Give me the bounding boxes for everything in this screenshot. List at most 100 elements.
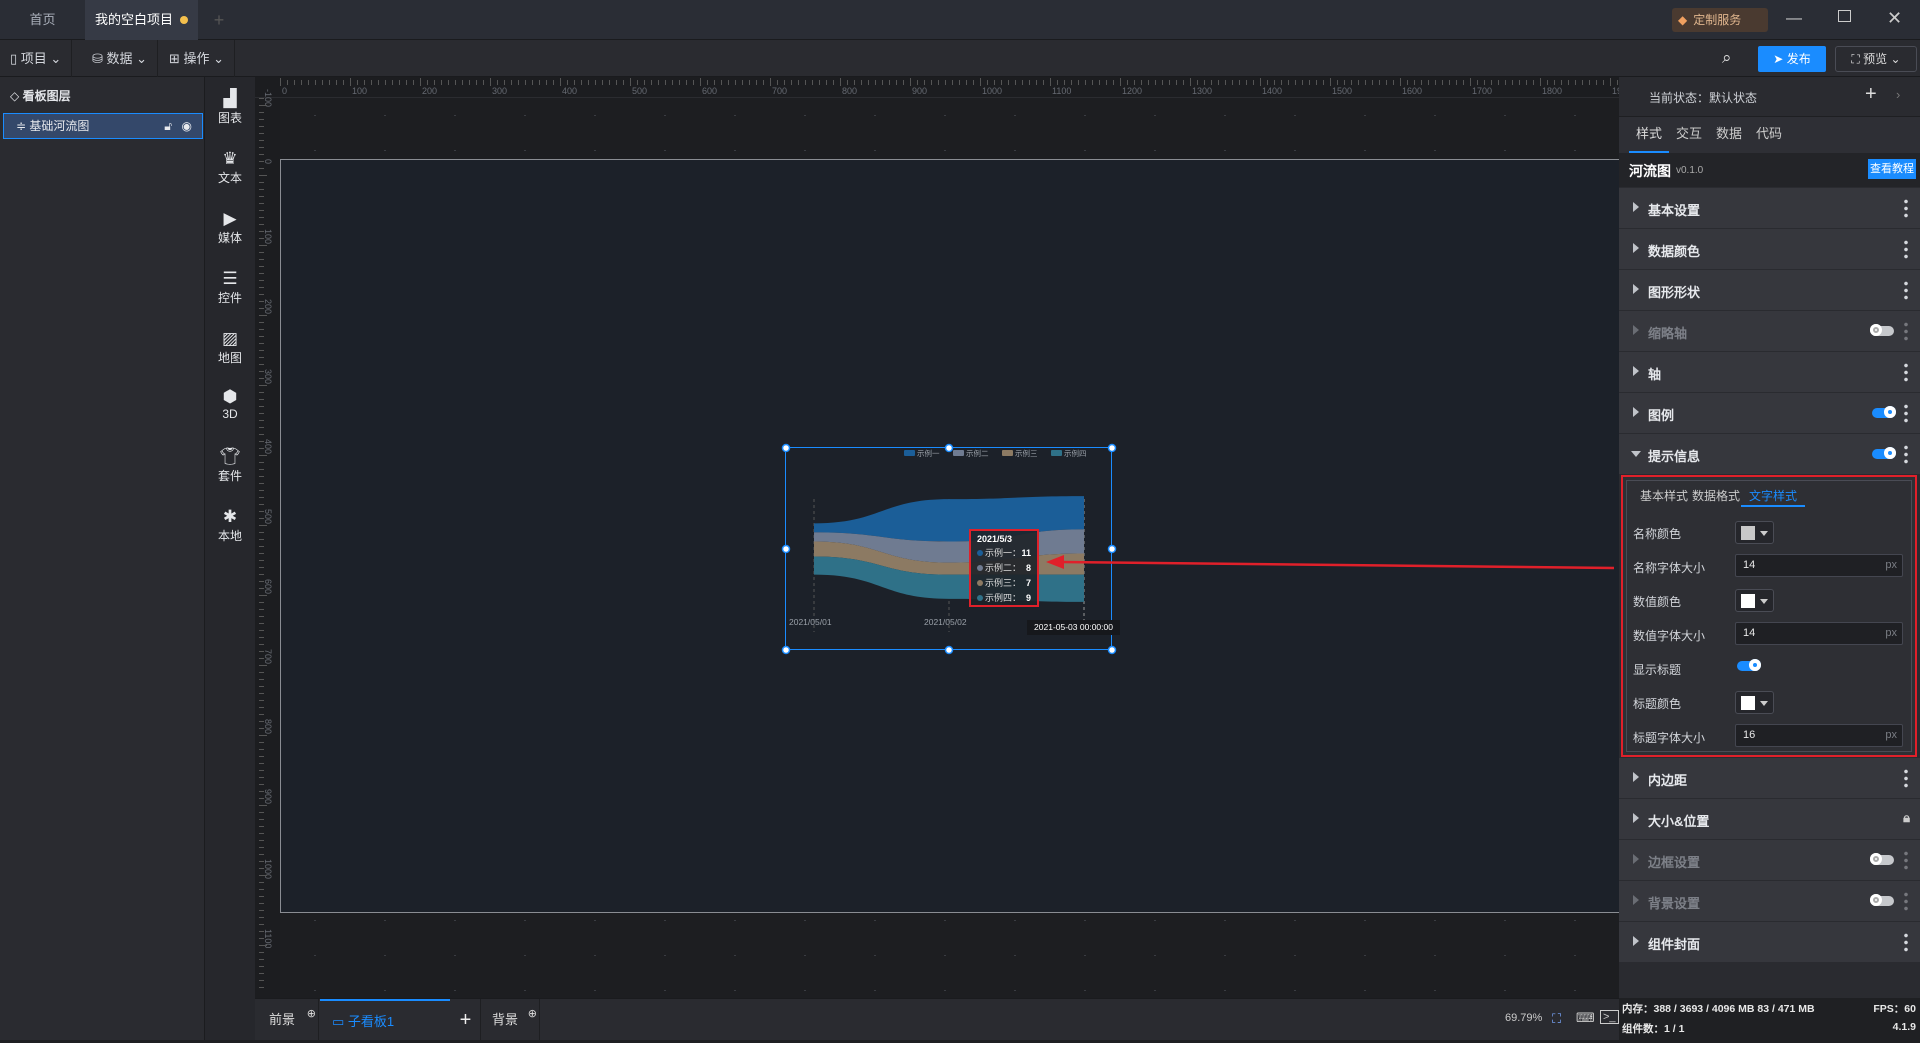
value-size-input[interactable]: 14 px [1735, 622, 1903, 645]
ruler-tick [735, 80, 736, 85]
section-2[interactable]: 数据颜色 [1619, 229, 1920, 270]
chevron-right-icon[interactable]: › [1896, 87, 1900, 102]
ruler-tick [1393, 80, 1394, 85]
minimize-button[interactable]: — [1786, 10, 1802, 28]
title-size-input[interactable]: 16 px [1735, 724, 1903, 747]
text-category[interactable]: ♛ 文本 [205, 149, 255, 186]
tab-interaction[interactable]: 交互 [1671, 117, 1707, 151]
tooltip-value: 11 [1021, 548, 1031, 558]
zoom-level[interactable]: 69.79% [1505, 1012, 1542, 1024]
subtab-basic-style[interactable]: 基本样式 [1640, 487, 1688, 504]
lock-icon[interactable]: 🔒︎ [1903, 810, 1910, 826]
section-4[interactable]: 缩略轴 [1619, 311, 1920, 352]
map-category[interactable]: ▨ 地图 [205, 329, 255, 366]
title-color-picker[interactable] [1735, 691, 1774, 714]
operate-menu[interactable]: ⊞ 操作 ⌄ [159, 40, 236, 77]
section-1[interactable]: 基本设置 [1619, 188, 1920, 229]
background-label: 背景 [492, 1012, 519, 1027]
tab-home[interactable]: 首页 [0, 0, 85, 40]
legend-swatch [904, 450, 915, 456]
background-tab[interactable]: 背景 ⊕ [482, 999, 540, 1041]
add-circle-icon[interactable]: ⊕ [307, 993, 316, 1035]
ruler-tick [259, 329, 264, 330]
ruler-tick [259, 847, 264, 848]
project-menu[interactable]: ▯ 项目 ⌄ [0, 40, 73, 77]
name-color-picker[interactable] [1735, 521, 1774, 544]
section-4[interactable]: 背景设置 [1619, 881, 1920, 922]
vertical-ruler[interactable]: -100 0 100 200 300 400 500 600 700 800 900 1000 1100… [255, 89, 280, 1019]
subboard-tab[interactable]: ▭ 子看板1 [320, 999, 450, 1041]
section-3[interactable]: 图形形状 [1619, 270, 1920, 311]
unlock-icon[interactable]: 🔓︎ [164, 114, 172, 138]
horizontal-ruler[interactable]: 0 100 200 300 400 500 600 700 800 900 1000 1100 1200… [255, 77, 1646, 98]
more-icon[interactable] [1904, 932, 1908, 952]
more-icon[interactable] [1904, 444, 1908, 464]
tab-data[interactable]: 数据 [1711, 117, 1747, 151]
subtab-text-style[interactable]: 文字样式 [1741, 485, 1805, 507]
fit-screen-icon[interactable]: ⛶ [1552, 1011, 1561, 1027]
ruler-tick [259, 196, 264, 197]
kit-category[interactable]: 👕︎ 套件 [205, 447, 255, 484]
tutorial-button[interactable]: 查看教程 [1868, 159, 1916, 179]
custom-service-button[interactable]: ◆ 定制服务 [1672, 8, 1768, 32]
layer-item[interactable]: ≑ 基础河流图 🔓︎ ◉ [3, 113, 203, 139]
value: 14 [1743, 559, 1756, 571]
restore-button[interactable] [1838, 10, 1851, 22]
value: 14 [1743, 627, 1756, 639]
publish-button[interactable]: ➤ 发布 [1758, 46, 1826, 72]
section-6[interactable]: 图例 [1619, 393, 1920, 434]
ruler-label: 300 [492, 86, 508, 96]
local-category[interactable]: ✱ 本地 [205, 507, 255, 544]
ruler-tick [259, 518, 264, 519]
value-color-picker[interactable] [1735, 589, 1774, 612]
more-icon[interactable] [1904, 362, 1908, 382]
ruler-tick [1505, 80, 1506, 85]
eye-icon[interactable]: ◉ [182, 114, 192, 138]
section-7[interactable]: 提示信息 [1619, 434, 1920, 475]
more-icon[interactable] [1904, 321, 1908, 341]
media-category[interactable]: ▶ 媒体 [205, 209, 255, 246]
preview-button[interactable]: ⛶ 预览 ⌄ [1835, 46, 1917, 72]
canvas-workspace[interactable]: 2021/05/01 2021/05/02 示例一 示例二 示例三 示例四 2021/5/… [280, 98, 1619, 998]
section-2[interactable]: 大小&位置 🔒︎ [1619, 799, 1920, 840]
more-icon[interactable] [1904, 239, 1908, 259]
section-toggle[interactable] [1872, 406, 1896, 418]
add-board-button[interactable]: + [451, 999, 481, 1041]
show-title-toggle[interactable] [1737, 659, 1761, 671]
terminal-icon[interactable]: >_ [1600, 1010, 1619, 1024]
close-button[interactable]: ✕ [1887, 8, 1902, 29]
search-icon[interactable]: ⌕ [1722, 48, 1732, 68]
section-toggle[interactable] [1870, 894, 1894, 906]
more-icon[interactable] [1904, 198, 1908, 218]
more-icon[interactable] [1904, 850, 1908, 870]
foreground-tab[interactable]: 前景 ⊕ [259, 999, 319, 1041]
section-toggle[interactable] [1870, 324, 1894, 336]
3d-category[interactable]: ⬢ 3D [205, 387, 255, 421]
tab-project[interactable]: 我的空白项目 [85, 0, 198, 40]
section-5[interactable]: 轴 [1619, 352, 1920, 393]
control-category[interactable]: ☰ 控件 [205, 269, 255, 306]
ruler-tick [259, 301, 264, 302]
data-menu[interactable]: ⛁ 数据 ⌄ [82, 40, 159, 77]
more-icon[interactable] [1904, 403, 1908, 423]
add-circle-icon[interactable]: ⊕ [528, 993, 537, 1035]
tab-style[interactable]: 样式 [1629, 117, 1669, 153]
name-size-input[interactable]: 14 px [1735, 554, 1903, 577]
section-1[interactable]: 内边距 [1619, 758, 1920, 799]
more-icon[interactable] [1904, 280, 1908, 300]
ruler-tick [259, 315, 267, 316]
ruler-tick [427, 80, 428, 85]
add-state-button[interactable]: + [1865, 83, 1877, 106]
chart-category[interactable]: ▟ 图表 [205, 89, 255, 126]
tab-code[interactable]: 代码 [1751, 117, 1787, 151]
more-icon[interactable] [1904, 768, 1908, 788]
section-toggle[interactable] [1872, 447, 1896, 459]
keyboard-icon[interactable]: ⌨ [1576, 1010, 1595, 1026]
section-3[interactable]: 边框设置 [1619, 840, 1920, 881]
section-toggle[interactable] [1870, 853, 1894, 865]
new-tab-button[interactable]: + [206, 0, 232, 40]
ruler-tick [924, 80, 925, 85]
section-5[interactable]: 组件封面 [1619, 922, 1920, 963]
subtab-data-format[interactable]: 数据格式 [1692, 487, 1740, 504]
more-icon[interactable] [1904, 891, 1908, 911]
